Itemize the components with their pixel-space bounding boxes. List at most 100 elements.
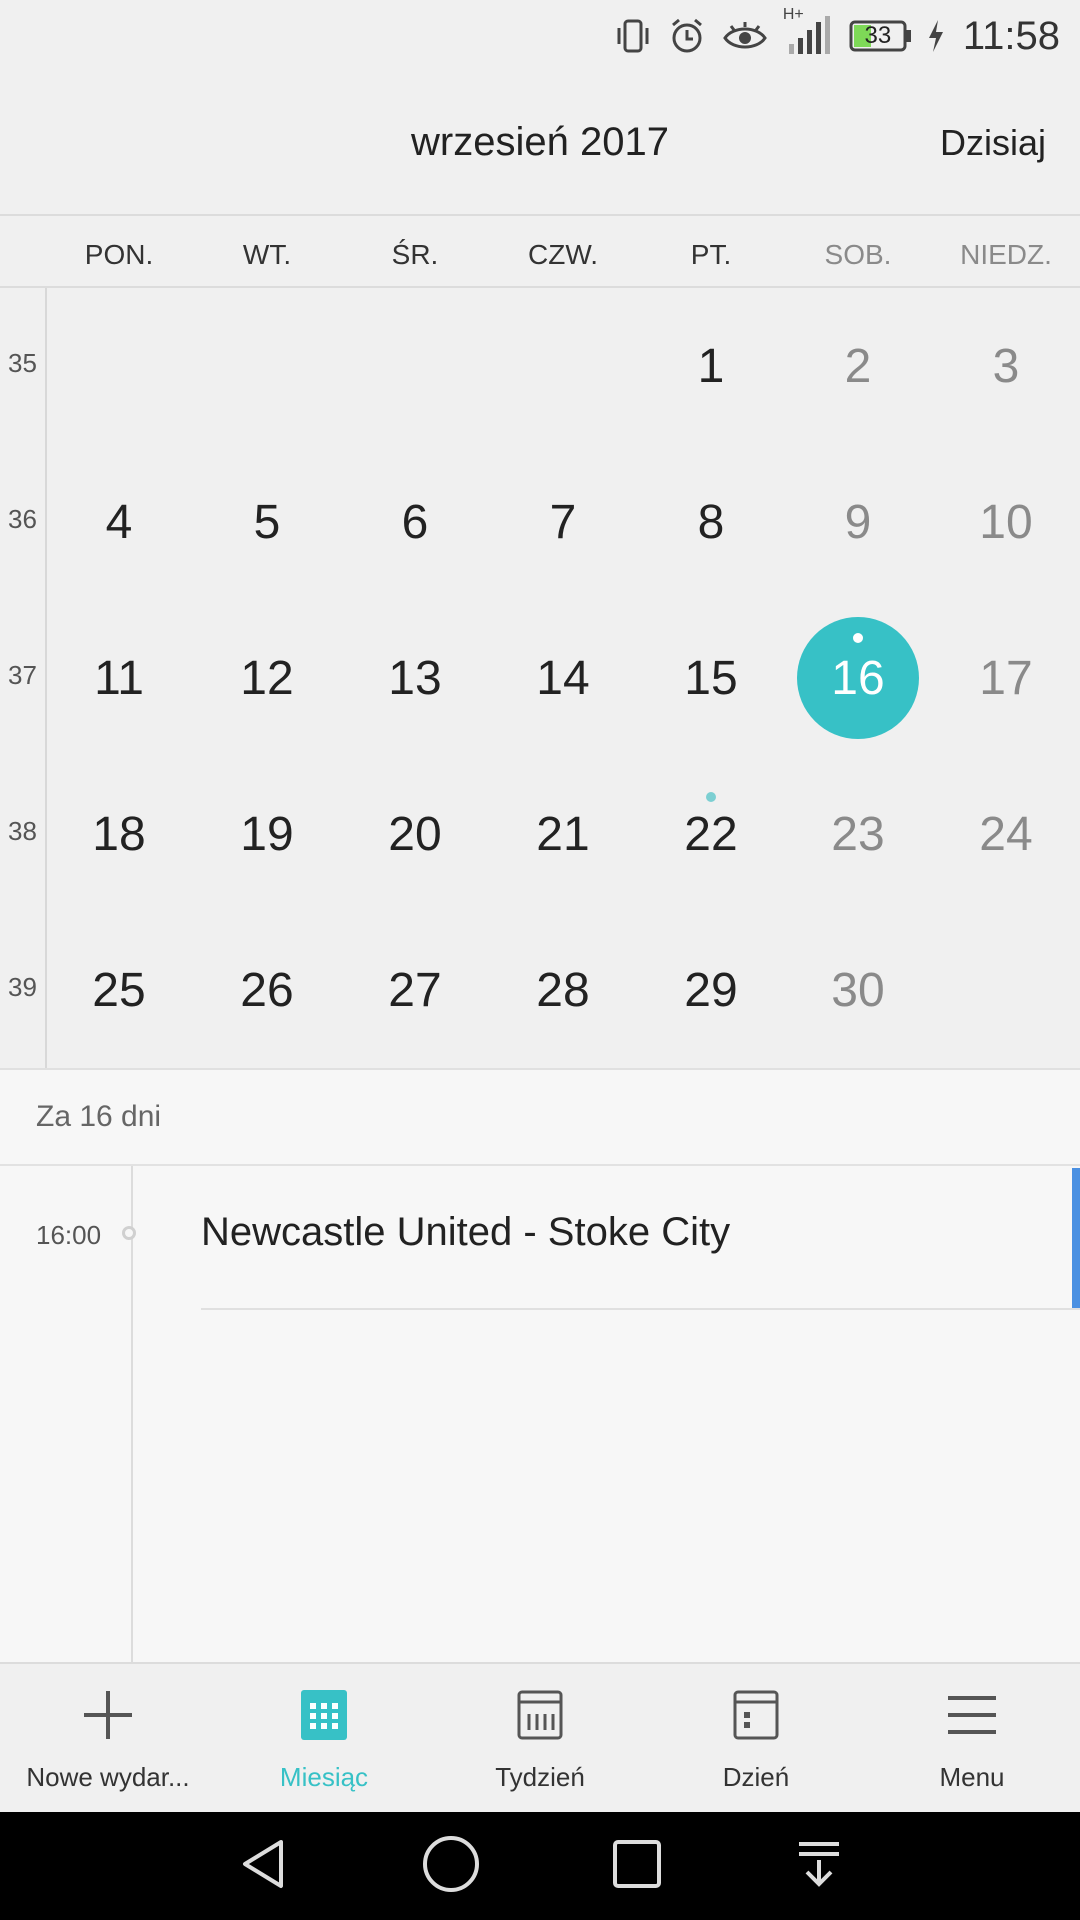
calendar-day[interactable]: 2	[784, 288, 932, 444]
nav-label: Dzień	[722, 1762, 790, 1792]
calendar-day[interactable]: 25	[45, 912, 193, 1068]
agenda-header: Za 16 dni	[0, 1070, 1080, 1166]
day-number: 24	[979, 807, 1033, 861]
day-number: 21	[536, 807, 590, 861]
day-number: 14	[536, 651, 590, 705]
day-number: 22	[684, 807, 738, 861]
day-number: 4	[105, 495, 133, 549]
menu-button[interactable]: Menu	[864, 1664, 1080, 1812]
home-icon[interactable]	[421, 1834, 481, 1899]
day-number: 11	[94, 651, 144, 705]
timeline-line	[131, 1166, 133, 1666]
week-number: 36	[8, 504, 37, 534]
day-calendar-icon	[733, 1686, 779, 1744]
new-event-button[interactable]: Nowe wydar...	[0, 1664, 216, 1812]
nav-label: Tydzień	[495, 1762, 585, 1792]
day-number: 5	[253, 495, 281, 549]
selected-day-number: 16	[797, 617, 919, 739]
week-number: 35	[8, 348, 37, 378]
calendar-day[interactable]: 19	[193, 756, 341, 912]
calendar-day[interactable]: 30	[784, 912, 932, 1068]
bottom-navigation: Nowe wydar... Miesiąc Tydzień Dzień Menu	[0, 1662, 1080, 1812]
calendar-day[interactable]: 21	[489, 756, 637, 912]
calendar-day[interactable]: 3	[932, 288, 1080, 444]
month-grid-icon	[301, 1686, 347, 1744]
signal-icon: H+	[783, 6, 835, 58]
plus-icon	[82, 1686, 134, 1744]
calendar-day[interactable]: 27	[341, 912, 489, 1068]
week-view-tab[interactable]: Tydzień	[432, 1664, 648, 1812]
month-title[interactable]: wrzesień 2017	[0, 120, 1080, 165]
calendar-day[interactable]: 9	[784, 444, 932, 600]
calendar-day[interactable]: 26	[193, 912, 341, 1068]
alarm-icon	[667, 16, 707, 56]
status-bar: H+ 33 11:58	[0, 0, 1080, 72]
day-number: 6	[401, 495, 429, 549]
calendar-day[interactable]: 7	[489, 444, 637, 600]
weekday-label: PT.	[690, 239, 732, 270]
day-number: 28	[536, 963, 590, 1017]
calendar-day[interactable]: 4	[45, 444, 193, 600]
calendar-day[interactable]: 15	[637, 600, 785, 756]
day-number: 8	[697, 495, 725, 549]
vibrate-icon	[613, 16, 653, 56]
calendar-day[interactable]: 17	[932, 600, 1080, 756]
calendar-day[interactable]: 5	[193, 444, 341, 600]
today-button[interactable]: Dzisiaj	[940, 122, 1046, 164]
calendar-day[interactable]: 22	[637, 756, 785, 912]
calendar-day[interactable]: 29	[637, 912, 785, 1068]
calendar-day[interactable]: 14	[489, 600, 637, 756]
day-number: 25	[92, 963, 146, 1017]
day-number: 19	[240, 807, 294, 861]
weekday-label: PON.	[84, 239, 154, 270]
calendar-day[interactable]: 8	[637, 444, 785, 600]
calendar-day[interactable]: 10	[932, 444, 1080, 600]
calendar-day[interactable]: 28	[489, 912, 637, 1068]
week-number: 37	[8, 660, 37, 690]
day-number: 12	[240, 651, 294, 705]
day-number: 10	[979, 495, 1033, 549]
event-time: 16:00	[36, 1220, 102, 1250]
day-number: 15	[684, 651, 738, 705]
battery-level: 33	[864, 22, 892, 49]
day-number: 30	[831, 963, 885, 1017]
agenda-panel: Za 16 dni 16:00 Newcastle United - Stoke…	[0, 1068, 1080, 1666]
month-view-tab[interactable]: Miesiąc	[216, 1664, 432, 1812]
day-number: 23	[831, 807, 885, 861]
event-title[interactable]: Newcastle United - Stoke City	[201, 1210, 730, 1255]
day-number: 20	[388, 807, 442, 861]
event-color-bar	[1072, 1168, 1080, 1308]
calendar-day[interactable]: 13	[341, 600, 489, 756]
day-number: 2	[844, 339, 872, 393]
nav-label: Miesiąc	[279, 1762, 369, 1792]
calendar-day[interactable]: 1	[637, 288, 785, 444]
day-view-tab[interactable]: Dzień	[648, 1664, 864, 1812]
calendar-day[interactable]: 12	[193, 600, 341, 756]
notification-pulldown-icon[interactable]	[793, 1838, 845, 1895]
week-calendar-icon	[517, 1686, 563, 1744]
weekday-header: PON. WT. ŚR. CZW. PT. SOB. NIEDZ.	[0, 214, 1080, 288]
nav-label: Menu	[939, 1762, 1005, 1792]
day-number: 27	[388, 963, 442, 1017]
calendar-day[interactable]: 16	[784, 600, 932, 756]
weekday-label: ŚR.	[391, 239, 439, 270]
calendar-day[interactable]: 6	[341, 444, 489, 600]
calendar-day[interactable]: 23	[784, 756, 932, 912]
recents-icon[interactable]	[611, 1838, 663, 1895]
status-time: 11:58	[962, 13, 1060, 58]
calendar-day[interactable]: 11	[45, 600, 193, 756]
back-icon[interactable]	[235, 1836, 291, 1897]
day-number: 26	[240, 963, 294, 1017]
event-dot-icon	[706, 792, 716, 802]
charging-icon	[927, 18, 945, 54]
weekday-label: NIEDZ.	[960, 239, 1052, 270]
network-type-label: H+	[782, 6, 804, 23]
eye-comfort-icon	[721, 16, 769, 56]
calendar-header: wrzesień 2017 Dzisiaj	[0, 72, 1080, 214]
calendar-day[interactable]: 20	[341, 756, 489, 912]
calendar-day[interactable]: 18	[45, 756, 193, 912]
day-number: 13	[388, 651, 442, 705]
day-number: 3	[992, 339, 1020, 393]
calendar-day[interactable]: 24	[932, 756, 1080, 912]
battery-icon: 33	[849, 20, 913, 52]
